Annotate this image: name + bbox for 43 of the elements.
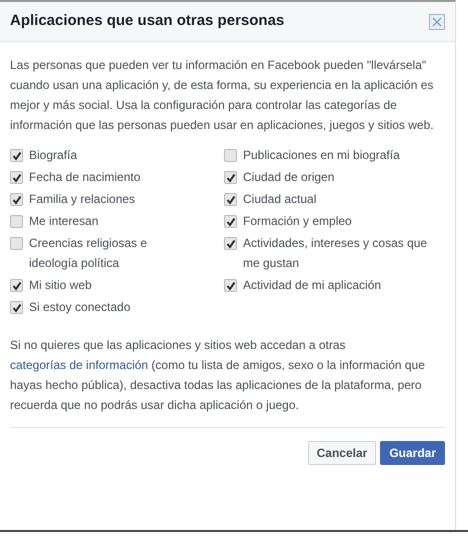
checkbox-label: Fecha de nacimiento — [29, 169, 140, 186]
checkbox-label: Si estoy conectado — [29, 299, 130, 316]
note-text: Si no quieres que las aplicaciones y sitios web accedan a otras categorías de información (como tu lista de amigos, sexo o la información que hayas hecho pública), desactiva todas las aplicaciones de la plataforma, pero recuerda que no podrás usar dicha aplicación o juego. — [10, 337, 426, 414]
checkbox-label: Creencias religiosas e ideología política — [29, 235, 148, 272]
check-icon — [226, 280, 236, 290]
check-icon — [12, 150, 22, 160]
check-icon — [12, 280, 22, 290]
checkbox-label: Me interesan — [29, 213, 98, 230]
checkbox-label: Ciudad de origen — [243, 169, 334, 186]
checkbox[interactable] — [10, 279, 23, 292]
checkbox-label: Actividad de mi aplicación — [243, 277, 382, 294]
checkbox[interactable] — [10, 237, 23, 250]
checkbox[interactable] — [10, 149, 23, 162]
checkbox[interactable] — [10, 215, 23, 228]
intro-text: Las personas que pueden ver tu información en Facebook pueden "llevársela" cuando usan una aplicación y, de esta forma, su experiencia en la aplicación es mejor y más social. Usa la configuración para controlar las categorías de información que las personas pueden usar en aplicaciones, juegos y sitios web. — [10, 57, 435, 134]
checkbox[interactable] — [10, 171, 23, 184]
checkbox-label: Formación y empleo — [243, 213, 352, 230]
close-icon — [432, 16, 442, 26]
checkbox[interactable] — [10, 193, 23, 206]
categories-link[interactable]: categorías de información — [10, 358, 148, 372]
check-icon — [226, 172, 236, 182]
checkbox[interactable] — [224, 237, 237, 250]
check-icon — [226, 238, 236, 248]
check-icon — [12, 302, 22, 312]
checkbox[interactable] — [10, 301, 23, 314]
checkbox-label: Publicaciones en mi biografía — [243, 147, 400, 164]
checkbox[interactable] — [224, 171, 237, 184]
checkbox[interactable] — [224, 215, 237, 228]
check-icon — [226, 216, 236, 226]
save-button[interactable]: Guardar — [380, 441, 445, 465]
check-icon — [12, 194, 22, 204]
check-icon — [12, 172, 22, 182]
checkbox-label: Familia y relaciones — [29, 191, 136, 208]
checkbox-label: Mi sitio web — [29, 277, 92, 294]
checkbox[interactable] — [224, 279, 237, 292]
checkbox-label: Actividades, intereses y cosas que me gustan — [243, 235, 428, 272]
cancel-button[interactable]: Cancelar — [308, 441, 376, 465]
checkbox-label: Ciudad actual — [243, 191, 316, 208]
checkbox[interactable] — [224, 193, 237, 206]
check-icon — [226, 194, 236, 204]
dialog-title: Aplicaciones que usan otras personas — [10, 11, 284, 32]
checkbox[interactable] — [224, 149, 237, 162]
checkbox-label: Biografía — [29, 147, 78, 164]
